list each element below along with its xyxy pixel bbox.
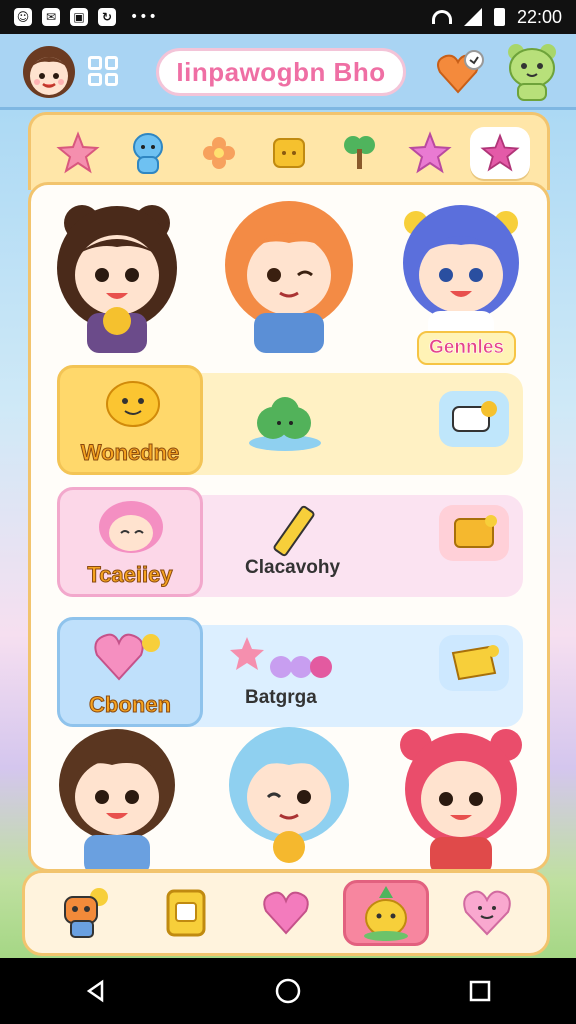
plant-icon [344,135,376,169]
character-card[interactable] [42,715,192,869]
star-icon [480,132,520,171]
orange-haired-girl-icon [225,201,353,353]
profile-avatar[interactable] [20,42,78,100]
character-card[interactable] [214,715,364,869]
nav-heart[interactable] [243,880,329,946]
heart-icon [437,50,484,94]
category-card[interactable]: Cbonen Batgrga [57,617,523,727]
pineapple-icon [364,886,409,941]
tab-mascot[interactable] [118,127,178,179]
category-name: Clacavohy [245,557,341,578]
nav-robot[interactable] [42,880,128,946]
character-row-top: Gennles [31,193,547,365]
nav-pineapple[interactable] [343,880,430,946]
wifi-icon [431,10,452,24]
notification-icon: ✉ [42,8,60,26]
sun-face-icon [106,381,160,427]
clock: 22:00 [516,6,562,27]
menu-grid-icon[interactable] [88,56,118,86]
heart-face-icon [463,890,511,936]
category-tabs [28,112,550,190]
back-button[interactable] [76,971,116,1011]
tab-plant[interactable] [329,127,389,179]
bear-icon [508,44,556,101]
image-icon: ▣ [70,8,88,26]
tab-star[interactable] [48,127,108,179]
star-icon [407,130,452,173]
character-row-bottom [31,715,547,869]
character-card[interactable] [214,193,364,353]
character-label: Gennles [417,331,516,365]
category-name: Batgrga [245,687,317,708]
battery-icon [493,8,505,26]
pencil-icon [273,505,315,557]
note-icon [454,515,497,548]
brown-haired-boy-icon [59,729,175,869]
nav-heart-face[interactable] [444,880,530,946]
light-blue-haired-girl-icon [229,727,349,863]
robot-mascot-icon [64,888,109,938]
category-card[interactable]: Tcaeiiey Clacavohy [57,487,523,597]
home-button[interactable] [268,971,308,1011]
sync-icon: ↻ [98,8,116,26]
blue-haired-girl-icon [403,205,519,341]
candy-icon [230,637,332,678]
home-circle-icon [275,978,301,1004]
more-notifications-icon: ••• [130,9,158,25]
bush-icon [249,397,321,451]
category-badge[interactable] [439,635,509,691]
pink-girl-icon [99,501,163,553]
girl-avatar-icon [23,46,75,98]
favorite-heart-icon[interactable] [436,50,486,96]
status-bar: ☺ ✉ ▣ ↻ ••• 22:00 [0,0,576,34]
tab-star-2[interactable] [400,127,460,179]
nav-card[interactable] [143,880,229,946]
star-icon [56,130,100,173]
tab-star-active[interactable] [469,126,530,179]
bottom-nav [22,870,550,956]
category-card[interactable]: Wonedne [57,365,523,475]
status-right: 22:00 [431,6,562,28]
tab-bread[interactable] [259,127,319,179]
app-title: Iinpawogbn Bho [156,48,406,96]
category-thumb-label: Tcaeiiey [87,562,173,588]
main-panel: Gennles Wonedne Tcaeiiey Clacavohy Cbone… [28,182,550,872]
recents-square-icon [469,980,491,1002]
app-header: Iinpawogbn Bho [0,34,576,110]
brown-haired-girl-icon [57,205,177,353]
back-triangle-icon [86,979,104,1003]
ticket-icon [451,645,499,681]
category-badge[interactable] [439,391,509,447]
whatsapp-icon: ☺ [14,8,32,26]
card-icon [166,889,206,937]
red-haired-girl-icon [400,729,522,869]
flower-icon [202,136,235,169]
bear-mascot[interactable] [504,40,560,104]
category-thumb-label: Wonedne [80,440,180,466]
system-nav-bar [0,958,576,1024]
character-card[interactable] [42,193,192,353]
chat-bubble-icon [452,401,497,432]
bread-icon [272,137,305,168]
signal-icon [463,8,482,26]
character-card[interactable] [386,193,536,353]
heart-icon [263,891,309,935]
tab-flower[interactable] [189,127,249,179]
recents-button[interactable] [460,971,500,1011]
mascot-icon [133,132,164,174]
hearts-icon [94,633,160,681]
category-badge[interactable] [439,505,509,561]
character-card[interactable] [386,715,536,869]
